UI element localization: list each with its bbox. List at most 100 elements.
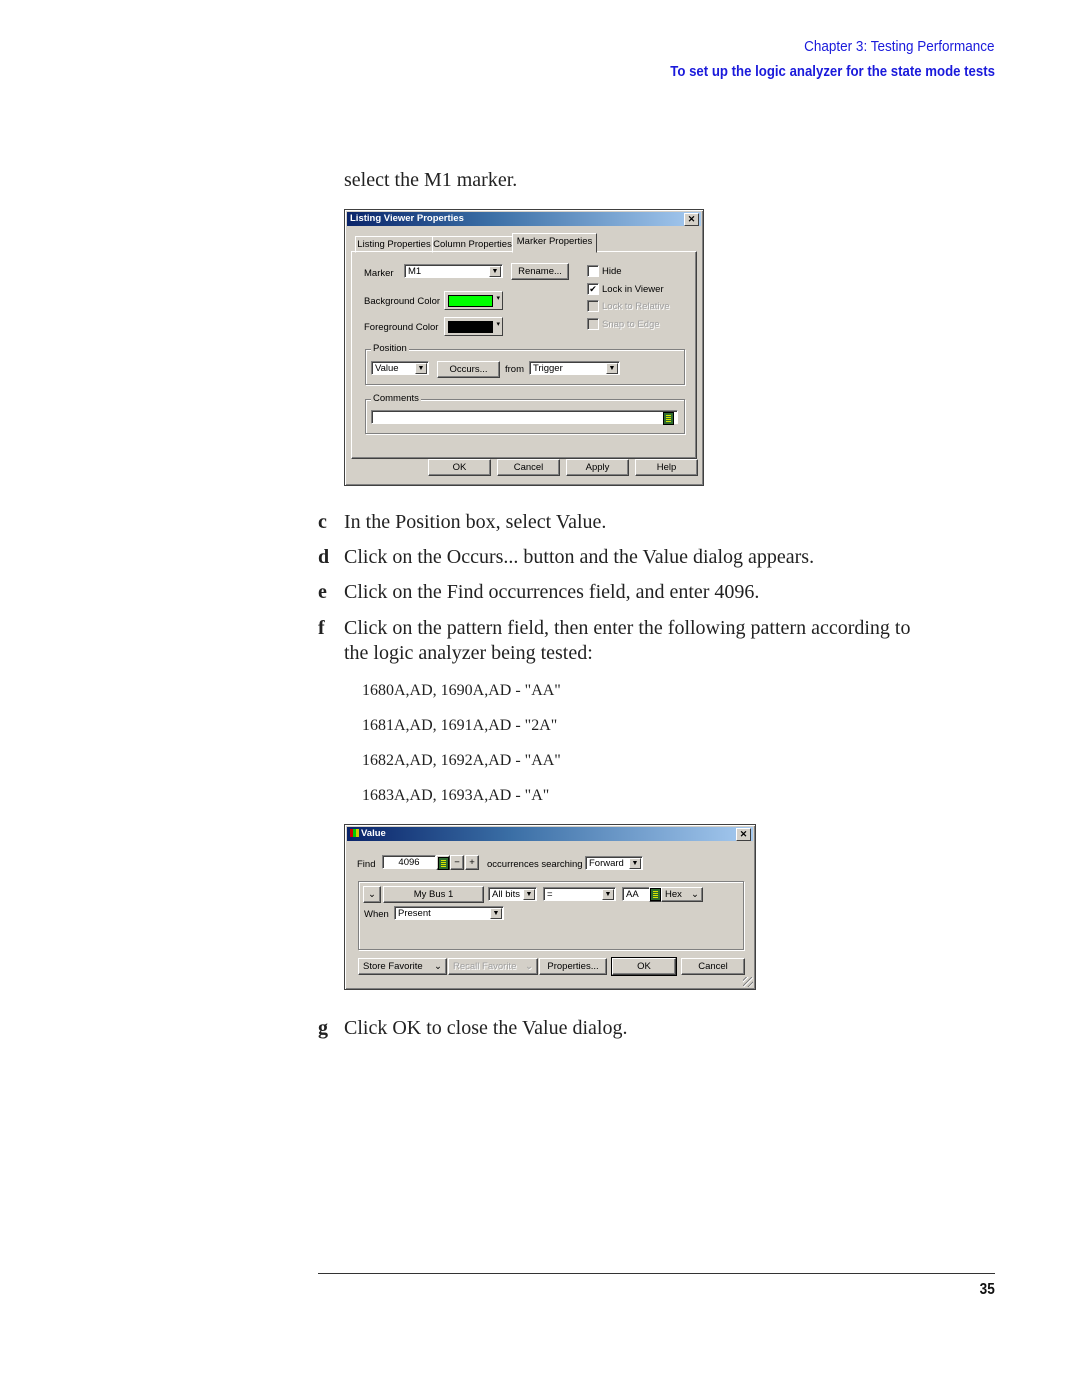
calculator-icon [438, 857, 449, 870]
tab-marker-properties[interactable]: Marker Properties [512, 233, 597, 253]
expand-button[interactable]: ⌄ [363, 886, 381, 903]
value-dialog: Value ✕ Find 4096 − + occurrences search… [344, 824, 756, 990]
page-number: 35 [979, 1281, 995, 1298]
cancel-button[interactable]: Cancel [681, 958, 745, 975]
pattern-line: 1680A,AD, 1690A,AD - "AA" [362, 682, 561, 699]
marker-select[interactable]: M1 ▼ [404, 264, 503, 278]
close-icon: ✕ [687, 214, 696, 224]
app-icon [350, 829, 359, 837]
find-label: Find [357, 859, 376, 870]
chevron-down-icon: ▾ [496, 295, 500, 302]
listing-viewer-properties-dialog: Listing Viewer Properties ✕ Listing Prop… [344, 209, 704, 486]
marker-label: Marker [364, 268, 394, 279]
step-letter: e [318, 581, 327, 603]
rename-button[interactable]: Rename... [511, 263, 569, 280]
recall-favorite-button[interactable]: Recall Favorite ⌄ [448, 958, 538, 975]
position-group: Position Value ▼ Occurs... from Trigger … [365, 343, 685, 385]
chevron-down-icon: ▾ [496, 321, 500, 328]
running-header-chapter: Chapter 3: Testing Performance [804, 38, 995, 55]
from-label: from [505, 364, 524, 375]
calculator-icon [650, 888, 661, 901]
chevron-down-icon[interactable]: ▼ [606, 363, 618, 374]
resize-grip[interactable] [743, 977, 753, 987]
dialog-titlebar: Listing Viewer Properties ✕ [347, 212, 701, 226]
step-letter: c [318, 511, 327, 533]
hide-label: Hide [602, 266, 622, 277]
bits-select[interactable]: All bits ▼ [488, 887, 537, 901]
step-text: Click on the Occurs... button and the Va… [344, 546, 815, 568]
comments-group: Comments [365, 393, 685, 434]
lock-to-relative-checkbox[interactable] [587, 300, 599, 312]
find-occurrences-input[interactable]: 4096 [382, 855, 436, 869]
chevron-down-icon[interactable]: ▼ [489, 266, 501, 277]
snap-to-edge-checkbox[interactable] [587, 318, 599, 330]
direction-select[interactable]: Forward ▼ [585, 856, 643, 870]
close-button[interactable]: ✕ [736, 828, 751, 841]
step-letter: f [318, 617, 325, 639]
tab-panel: Marker M1 ▼ Rename... Hide ✔ Lock in Vie… [351, 251, 697, 459]
step-text-continued: the logic analyzer being tested: [344, 642, 593, 664]
close-button[interactable]: ✕ [684, 213, 699, 226]
double-chevron-down-icon: ⌄ [525, 961, 533, 972]
foreground-color-label: Foreground Color [364, 322, 439, 333]
condition-panel: ⌄ My Bus 1 All bits ▼ = ▼ AA Hex ⌄ When … [358, 881, 744, 950]
chevron-down-icon[interactable]: ▼ [523, 889, 535, 900]
increment-button[interactable]: + [465, 855, 479, 870]
step-text: Click on the pattern field, then enter t… [344, 617, 911, 639]
position-select[interactable]: Value ▼ [371, 361, 429, 375]
operator-select[interactable]: = ▼ [543, 887, 616, 901]
find-calculator-button[interactable] [436, 855, 450, 870]
help-button[interactable]: Help [635, 459, 698, 476]
double-chevron-down-icon: ⌄ [691, 889, 699, 900]
position-group-label: Position [371, 343, 409, 354]
close-icon: ✕ [739, 829, 748, 839]
step-text: In the Position box, select Value. [344, 511, 607, 533]
intro-text: select the M1 marker. [344, 169, 518, 191]
background-color-swatch [448, 295, 493, 307]
apply-button[interactable]: Apply [566, 459, 629, 476]
bus-button[interactable]: My Bus 1 [383, 886, 484, 903]
from-select[interactable]: Trigger ▼ [529, 361, 620, 375]
background-color-label: Background Color [364, 296, 441, 307]
hide-checkbox[interactable] [587, 265, 599, 277]
pattern-line: 1681A,AD, 1691A,AD - "2A" [362, 717, 558, 734]
decrement-button[interactable]: − [450, 855, 464, 870]
comments-input[interactable] [371, 410, 678, 425]
lock-in-viewer-label: Lock in Viewer [602, 284, 664, 295]
snap-to-edge-label: Snap to Edge [602, 319, 660, 330]
cancel-button[interactable]: Cancel [497, 459, 560, 476]
step-text: Click OK to close the Value dialog. [344, 1017, 628, 1039]
chevron-down-icon[interactable]: ▼ [415, 363, 427, 374]
pattern-input[interactable]: AA [622, 887, 651, 901]
pattern-line: 1683A,AD, 1693A,AD - "A" [362, 787, 550, 804]
store-favorite-button[interactable]: Store Favorite ⌄ [358, 958, 447, 975]
chevron-down-icon[interactable]: ▼ [602, 889, 614, 900]
pattern-line: 1682A,AD, 1692A,AD - "AA" [362, 752, 561, 769]
lock-to-relative-label: Lock to Relative [602, 301, 670, 312]
when-label: When [364, 909, 389, 920]
chevron-down-icon[interactable]: ▼ [629, 858, 641, 869]
step-letter: d [318, 546, 330, 568]
double-chevron-down-icon: ⌄ [434, 961, 442, 972]
dialog-title: Value [361, 828, 386, 839]
properties-button[interactable]: Properties... [539, 958, 607, 975]
occurrences-searching-label: occurrences searching [487, 859, 583, 870]
foreground-color-picker[interactable]: ▾ [444, 317, 503, 336]
step-text: Click on the Find occurrences field, and… [344, 581, 760, 603]
checkmark-icon: ✔ [589, 284, 597, 294]
ok-button[interactable]: OK [611, 957, 677, 976]
base-button[interactable]: Hex ⌄ [661, 887, 703, 902]
foreground-color-swatch [448, 321, 493, 333]
dialog-titlebar: Value ✕ [347, 827, 753, 841]
background-color-picker[interactable]: ▾ [444, 291, 503, 310]
chevron-down-icon[interactable]: ▼ [490, 908, 502, 919]
double-chevron-down-icon: ⌄ [368, 889, 376, 900]
calculator-icon[interactable] [663, 412, 674, 425]
lock-in-viewer-checkbox[interactable]: ✔ [587, 283, 599, 295]
when-select[interactable]: Present ▼ [394, 906, 504, 920]
footer-rule [318, 1273, 995, 1274]
ok-button[interactable]: OK [428, 459, 491, 476]
occurs-button[interactable]: Occurs... [437, 361, 500, 378]
dialog-title: Listing Viewer Properties [350, 213, 464, 224]
comments-group-label: Comments [371, 393, 421, 404]
